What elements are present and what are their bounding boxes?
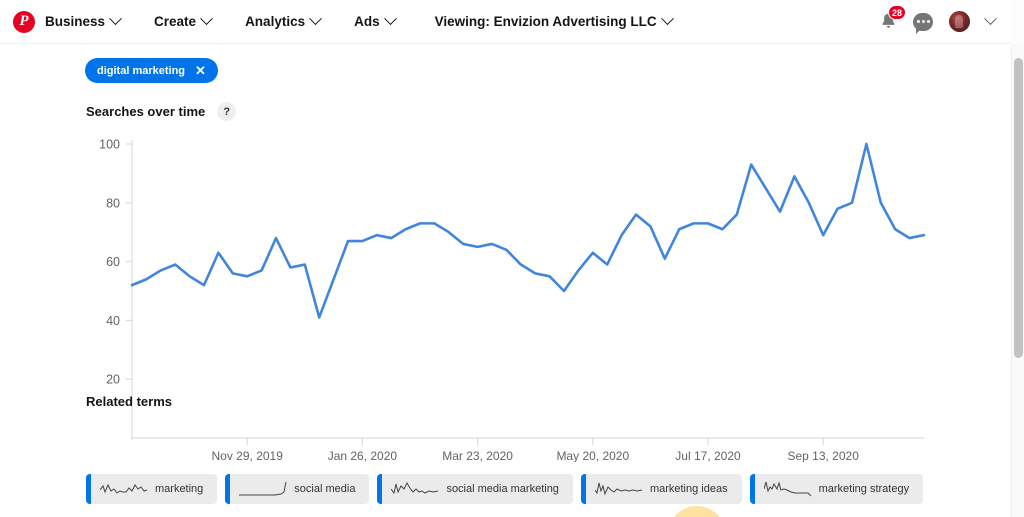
search-tag-list: digital marketing ✕ [85,58,218,83]
sparkline-icon [594,482,643,496]
nav-item-analytics[interactable]: Analytics [235,8,330,35]
sparkline-icon [763,481,811,497]
chat-bubble-icon [913,12,933,34]
related-term-label: marketing [155,483,204,495]
related-terms-list: marketing social media social media market… [86,474,924,504]
page-title: Searches over time [86,104,206,119]
top-navigation-bar: P Business Create Analytics Ads Viewing:… [0,0,1011,44]
close-icon[interactable]: ✕ [195,64,206,77]
y-tick-label: 80 [106,196,120,210]
account-switcher[interactable]: Viewing: Envizion Advertising LLC [425,8,682,35]
nav-item-business[interactable]: Business [35,8,130,35]
page-scrollbar[interactable] [1011,44,1024,517]
chevron-down-icon [383,12,397,26]
searches-over-time-chart[interactable]: 20 40 60 80 100 Nov 29, 2019 Jan 26, 2020 Mar 2… [86,132,936,462]
related-term-label: marketing strategy [818,483,910,495]
chevron-down-icon [660,12,674,26]
related-term-accent-bar [377,474,383,504]
nav-left-group: P Business Create Analytics Ads Viewing:… [0,8,682,35]
account-menu-button[interactable] [949,11,970,32]
search-tag-label: digital marketing [97,64,186,77]
related-term-card[interactable]: marketing strategy [749,474,924,504]
notifications-button[interactable]: 28 [880,5,906,31]
chevron-down-icon[interactable] [984,12,997,26]
chart-series-line [130,142,926,319]
notification-badge: 28 [887,5,906,20]
related-term-accent-bar [86,474,91,504]
chevron-down-icon [109,12,122,26]
related-term-label: social media [294,483,356,495]
nav-right-group: 28 [880,5,1011,34]
related-term-accent-bar [225,474,231,504]
related-term-card[interactable]: marketing ideas [580,474,742,504]
nav-item-create-label: Create [154,14,197,29]
related-term-accent-bar [749,474,755,504]
searches-over-time-header: Searches over time ? [86,102,237,121]
chevron-down-icon [200,12,213,26]
y-tick-label: 20 [106,373,120,387]
search-tag-digital-marketing[interactable]: digital marketing ✕ [85,58,218,83]
y-tick-label: 40 [106,314,120,328]
help-icon[interactable]: ? [217,102,237,121]
x-tick-label: Jul 17, 2020 [675,449,741,462]
nav-item-business-label: Business [45,14,106,29]
x-tick-label: May 20, 2020 [556,449,629,462]
x-tick-label: Nov 29, 2019 [212,449,284,462]
scrollbar-thumb[interactable] [1014,58,1023,358]
y-tick-label: 60 [106,255,120,269]
line-chart-svg: 20 40 60 80 100 Nov 29, 2019 Jan 26, 2020 Mar 2… [99,138,926,462]
related-term-card[interactable]: social media marketing [377,474,573,504]
pinterest-trends-page: P Business Create Analytics Ads Viewing:… [0,0,1024,517]
nav-item-ads-label: Ads [354,14,380,29]
account-switcher-label: Viewing: Envizion Advertising LLC [434,14,657,29]
messages-button[interactable] [913,12,933,34]
x-tick-label: Jan 26, 2020 [328,449,398,462]
pinterest-logo-icon[interactable]: P [13,10,35,33]
sparkline-icon [239,481,287,496]
related-term-label: social media marketing [446,483,559,495]
nav-item-analytics-label: Analytics [245,14,306,29]
related-term-label: marketing ideas [649,483,728,495]
related-term-accent-bar [580,474,586,504]
main-content: digital marketing ✕ Searches over time ?… [0,44,1011,517]
related-term-card[interactable]: marketing [86,474,218,504]
y-tick-label: 100 [99,138,120,152]
sparkline-icon [100,483,148,494]
nav-item-create[interactable]: Create [144,8,221,35]
avatar [949,11,970,32]
related-terms-title: Related terms [86,394,172,409]
x-tick-label: Mar 23, 2020 [442,449,513,462]
x-tick-label: Sep 13, 2020 [787,449,859,462]
related-term-card[interactable]: social media [225,474,370,504]
scrollbar-top-cap [1011,0,1024,44]
nav-item-ads[interactable]: Ads [344,8,405,35]
sparkline-icon [391,481,439,495]
chevron-down-icon [309,12,322,26]
